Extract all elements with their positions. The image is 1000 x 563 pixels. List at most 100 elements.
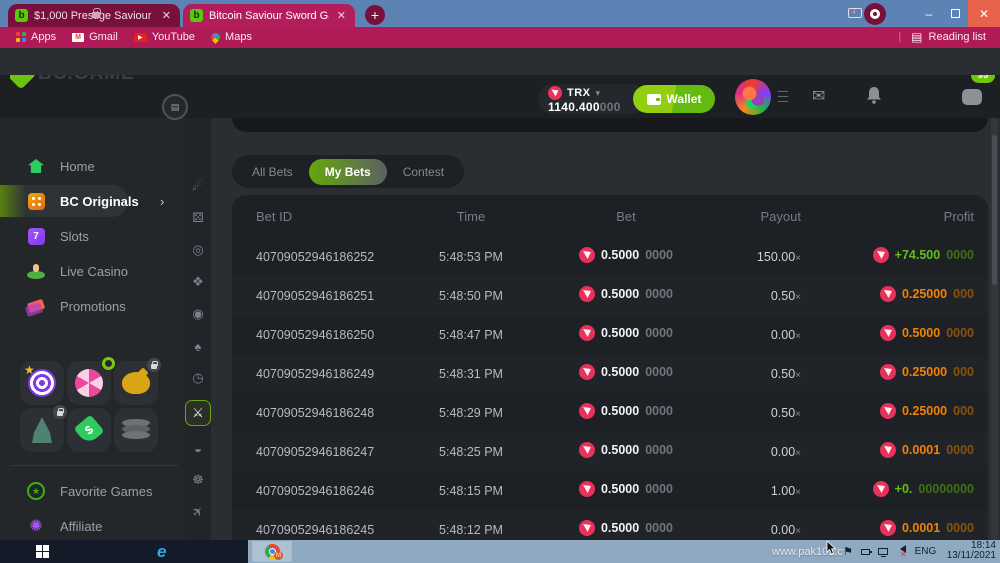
trx-coin-icon	[579, 364, 595, 380]
profit-dim: 0000	[946, 443, 974, 457]
trx-coin-icon	[579, 442, 595, 458]
sword-icon[interactable]: ⚔	[185, 400, 211, 426]
column-header: Payout	[716, 209, 801, 224]
bookmark-apps[interactable]: Apps	[16, 31, 56, 43]
chat-icon[interactable]	[962, 89, 982, 105]
table-row[interactable]: 40709052946186248 5:48:29 PM 0.50000000 …	[232, 393, 988, 432]
reading-list-icon: ▤	[911, 30, 922, 44]
plinko-icon[interactable]: ◉	[187, 304, 209, 324]
bcgame-page: BC.GAME TRX ▾ 1140.400000 Wallet ——— ✉ 9…	[0, 75, 1000, 540]
send-to-device-icon[interactable]	[848, 8, 862, 18]
hilo-icon[interactable]: ♠	[187, 336, 209, 356]
coinflip-icon[interactable]: ◎	[187, 240, 209, 260]
profit-dim: 0000	[946, 326, 974, 340]
profit-bold: 0.0001	[902, 443, 940, 457]
youtube-icon: ▶	[134, 33, 147, 42]
bookmark-label: Gmail	[89, 31, 118, 43]
internet-explorer-icon[interactable]: e	[157, 543, 166, 560]
balance-selector[interactable]: TRX ▾ 1140.400000	[538, 84, 646, 114]
sidebar-item-bc-originals[interactable]: BC Originals	[0, 185, 128, 217]
reading-list-button[interactable]: | ▤ Reading list	[898, 30, 986, 44]
new-tab-button[interactable]: +	[365, 5, 385, 25]
table-row[interactable]: 40709052946186251 5:48:50 PM 0.50000000 …	[232, 276, 988, 315]
bcgame-logo[interactable]: BC.GAME	[10, 75, 170, 90]
game-tile-piggy-bank[interactable]	[114, 361, 158, 405]
scrollbar-thumb[interactable]	[992, 135, 997, 285]
crash-icon[interactable]: ☄	[187, 176, 209, 196]
limbo-icon[interactable]: ◷	[187, 368, 209, 388]
game-tile-spiral-target[interactable]	[20, 361, 64, 405]
table-row[interactable]: 40709052946186245 5:48:12 PM 0.50000000 …	[232, 510, 988, 540]
mail-icon[interactable]: ✉	[812, 86, 825, 106]
progress-ring-badge	[102, 357, 115, 370]
wallet-button[interactable]: Wallet	[633, 85, 715, 113]
browser-tab-2[interactable]: b Bitcoin Saviour Sword Game - Pla ✕	[183, 4, 355, 27]
trx-coin-icon	[880, 520, 896, 536]
media-controls-icon[interactable]	[864, 3, 886, 25]
apps-grid-icon	[16, 32, 26, 42]
window-minimize-button[interactable]: –	[916, 0, 942, 27]
ufo-icon[interactable]: ◒	[187, 438, 209, 458]
keno-icon[interactable]: ❖	[187, 272, 209, 292]
profit-dim: 000	[953, 404, 974, 418]
tab-close-icon[interactable]: ✕	[335, 9, 348, 22]
notifications-bell-icon[interactable]	[866, 86, 882, 104]
chrome-taskbar-button[interactable]: M	[252, 541, 292, 562]
table-row[interactable]: 40709052946186249 5:48:31 PM 0.50000000 …	[232, 354, 988, 393]
bet-amount-bold: 0.5000	[601, 365, 639, 379]
dice-icon[interactable]: ⚄	[187, 208, 209, 228]
reading-list-label: Reading list	[929, 31, 986, 43]
tab-my-bets[interactable]: My Bets	[309, 159, 387, 185]
sidebar-item-slots[interactable]: 7 Slots	[0, 220, 185, 252]
sidebar-item-home[interactable]: Home	[0, 150, 185, 182]
table-row[interactable]: 40709052946186247 5:48:25 PM 0.50000000 …	[232, 432, 988, 471]
bookmark-maps[interactable]: Maps	[211, 31, 252, 43]
profit-cell: 0.00010000	[880, 520, 974, 536]
tab-contest[interactable]: Contest	[391, 159, 456, 185]
sidebar-item-live-casino[interactable]: Live Casino	[0, 255, 185, 287]
mines-icon[interactable]: ☸	[187, 470, 209, 490]
site-favicon: b	[15, 9, 28, 22]
bet-amount-dim: 0000	[645, 521, 673, 535]
sidebar-item-favorite-games[interactable]: ★ Favorite Games	[0, 475, 185, 507]
table-row[interactable]: 40709052946186252 5:48:53 PM 0.50000000 …	[232, 237, 988, 276]
game-tile-lucky-wheel[interactable]	[67, 361, 111, 405]
game-tile-coins[interactable]	[114, 408, 158, 452]
window-maximize-button[interactable]	[942, 0, 968, 27]
language-indicator[interactable]: ENG	[915, 546, 937, 557]
game-tile-cash-tag[interactable]: $	[67, 408, 111, 452]
bet-amount-dim: 0000	[645, 365, 673, 379]
bet-amount: 0.50000000	[579, 403, 673, 419]
promotions-icon	[26, 296, 46, 316]
system-tray: ⚑ ✕ ENG	[843, 540, 936, 563]
profit-cell: +0.00000000	[873, 481, 974, 497]
sidebar-collapse-button[interactable]: ▤	[162, 94, 188, 120]
payout-value: 150.00	[757, 250, 795, 264]
network-icon[interactable]	[878, 548, 888, 555]
sidebar-item-promotions[interactable]: Promotions	[0, 290, 185, 322]
table-row[interactable]: 40709052946186250 5:48:47 PM 0.50000000 …	[232, 315, 988, 354]
bookmark-gmail[interactable]: M Gmail	[72, 31, 118, 43]
lock-badge-icon	[147, 358, 161, 372]
payout-cell: 1.00×	[716, 484, 801, 498]
tab-all-bets[interactable]: All Bets	[240, 159, 305, 185]
start-button[interactable]	[36, 545, 49, 558]
profile-menu-icon[interactable]: ———	[778, 89, 792, 104]
table-row[interactable]: 40709052946186246 5:48:15 PM 0.50000000 …	[232, 471, 988, 510]
bet-id: 40709052946186252	[256, 250, 406, 264]
user-avatar[interactable]	[735, 79, 771, 115]
trx-coin-icon	[873, 247, 889, 263]
sidebar-item-affiliate[interactable]: ✺ Affiliate	[0, 510, 185, 540]
tray-flag-icon[interactable]: ⚑	[843, 545, 853, 558]
bet-time: 5:48:50 PM	[406, 289, 536, 303]
volume-muted-icon[interactable]: ✕	[896, 545, 907, 559]
tab-close-icon[interactable]: ✕	[160, 9, 173, 22]
game-tile-rocket[interactable]	[20, 408, 64, 452]
tower-icon[interactable]: ✈	[183, 497, 213, 527]
battery-icon[interactable]	[861, 549, 870, 555]
profit-cell: 0.25000000	[880, 286, 974, 302]
column-header: Time	[406, 209, 536, 224]
bookmark-youtube[interactable]: ▶ YouTube	[134, 31, 195, 43]
taskbar-clock[interactable]: 18:14 13/11/2021	[936, 541, 996, 561]
window-close-button[interactable]: ✕	[968, 0, 1000, 27]
